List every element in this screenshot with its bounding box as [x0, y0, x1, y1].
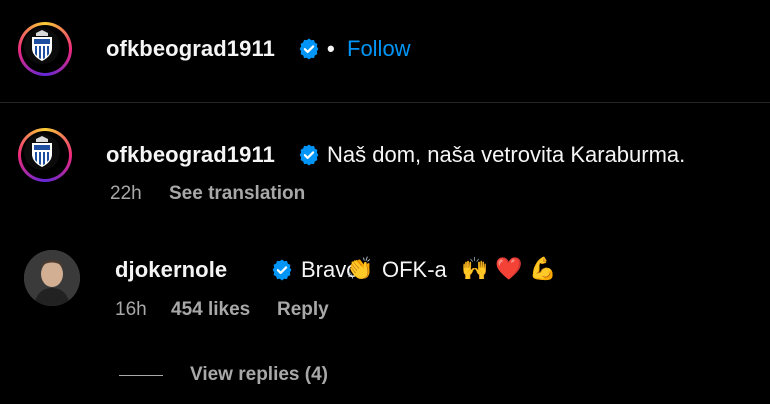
view-replies-button[interactable]: View replies (4)	[190, 364, 328, 386]
clap-emoji: 👏	[346, 256, 374, 281]
profile-avatar[interactable]	[18, 22, 72, 76]
caption-timestamp[interactable]: 22h	[110, 183, 142, 205]
comment-username[interactable]: djokernole	[115, 257, 227, 283]
verified-badge-icon	[299, 144, 319, 166]
caption-text: Naš dom, naša vetrovita Karaburma.	[327, 142, 686, 167]
post-header: ofkbeograd1911 • Follow	[0, 0, 770, 103]
comment-likes[interactable]: 454 likes	[171, 299, 250, 321]
verified-badge-icon	[299, 38, 319, 60]
replies-divider-line	[119, 375, 163, 376]
reply-button[interactable]: Reply	[277, 299, 329, 321]
follow-button[interactable]: Follow	[347, 36, 411, 62]
raised-hands-emoji: 🙌	[461, 256, 489, 281]
caption-username[interactable]: ofkbeograd1911	[106, 142, 275, 168]
comment-timestamp[interactable]: 16h	[115, 299, 147, 321]
header-username[interactable]: ofkbeograd1911	[106, 36, 275, 62]
club-crest-icon	[24, 28, 60, 64]
muscle-emoji: 💪	[529, 256, 557, 281]
commenter-avatar[interactable]	[24, 250, 80, 306]
club-crest-icon	[24, 134, 60, 170]
caption-avatar[interactable]	[18, 128, 72, 182]
comment-text-part2: OFK-a	[382, 257, 447, 282]
see-translation-button[interactable]: See translation	[169, 183, 305, 205]
heart-emoji: ❤️	[495, 256, 523, 281]
separator-dot: •	[327, 36, 335, 61]
verified-badge-icon	[272, 259, 292, 281]
